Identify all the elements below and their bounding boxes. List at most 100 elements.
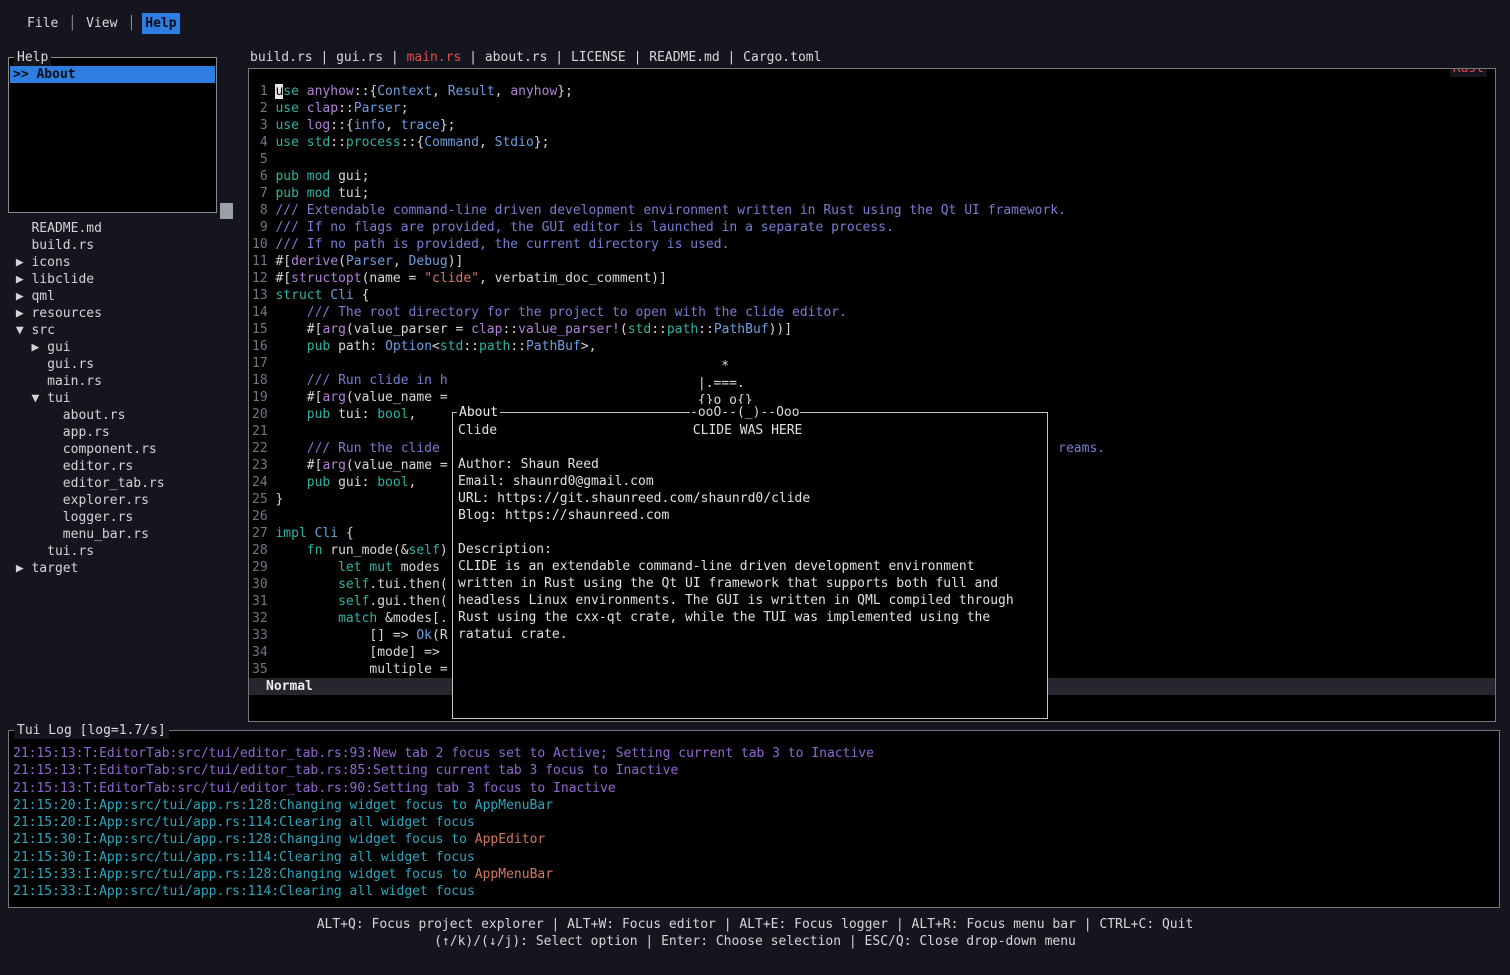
explorer-item-component-rs[interactable]: component.rs bbox=[8, 441, 242, 458]
tab-separator: | bbox=[461, 50, 484, 65]
explorer-item-libclide[interactable]: ▶ libclide bbox=[8, 271, 242, 288]
code-line-9[interactable]: 9 /// If no flags are provided, the GUI … bbox=[252, 219, 1495, 236]
explorer-item-label: gui bbox=[47, 340, 70, 355]
tab-Cargo-toml[interactable]: Cargo.toml bbox=[743, 50, 821, 65]
folder-expand-icon: ▶ bbox=[16, 561, 24, 576]
log-entry: 21:15:13:T:EditorTab:src/tui/editor_tab.… bbox=[13, 762, 1499, 779]
explorer-item-label: main.rs bbox=[47, 374, 102, 389]
line-number: 16 bbox=[252, 338, 268, 355]
code-line-10[interactable]: 10 /// If no path is provided, the curre… bbox=[252, 236, 1495, 253]
code-line-8[interactable]: 8 /// Extendable command-line driven dev… bbox=[252, 202, 1495, 219]
app-root: File│View│Help Help >> About README.md b… bbox=[0, 0, 1510, 975]
code-line-15[interactable]: 15 #[arg(value_parser = clap::value_pars… bbox=[252, 321, 1495, 338]
explorer-scrollbar-thumb[interactable] bbox=[220, 203, 233, 219]
tab-separator: | bbox=[547, 50, 570, 65]
folder-expand-icon: ▶ bbox=[16, 306, 24, 321]
explorer-item-src[interactable]: ▼ src bbox=[8, 322, 242, 339]
tab-build-rs[interactable]: build.rs bbox=[250, 50, 313, 65]
about-popup: * |.===. {}o o{} About -ooO--(_)--Ooo Cl… bbox=[452, 356, 1048, 719]
explorer-item-editor_tab-rs[interactable]: editor_tab.rs bbox=[8, 475, 242, 492]
tab-separator: | bbox=[383, 50, 406, 65]
explorer-item-target[interactable]: ▶ target bbox=[8, 560, 242, 577]
explorer-item-label: menu_bar.rs bbox=[63, 527, 149, 542]
line-number: 30 bbox=[252, 576, 268, 593]
line-number: 7 bbox=[252, 185, 268, 202]
explorer-item-explorer-rs[interactable]: explorer.rs bbox=[8, 492, 242, 509]
line-number: 2 bbox=[252, 100, 268, 117]
code-line-7[interactable]: 7 pub mod tui; bbox=[252, 185, 1495, 202]
folder-expand-icon: ▶ bbox=[16, 272, 24, 287]
explorer-item-label: editor_tab.rs bbox=[63, 476, 165, 491]
line-number: 22 bbox=[252, 440, 268, 457]
explorer-item-editor-rs[interactable]: editor.rs bbox=[8, 458, 242, 475]
tab-gui-rs[interactable]: gui.rs bbox=[336, 50, 383, 65]
code-line-16[interactable]: 16 pub path: Option<std::path::PathBuf>, bbox=[252, 338, 1495, 355]
menu-item-view[interactable]: View bbox=[83, 13, 120, 34]
explorer-item-label: libclide bbox=[31, 272, 94, 287]
explorer-item-menu_bar-rs[interactable]: menu_bar.rs bbox=[8, 526, 242, 543]
tab-README-md[interactable]: README.md bbox=[649, 50, 719, 65]
footer-shortcuts-line2: (↑/k)/(↓/j): Select option | Enter: Choo… bbox=[0, 933, 1510, 950]
explorer-item-logger-rs[interactable]: logger.rs bbox=[8, 509, 242, 526]
explorer-item-qml[interactable]: ▶ qml bbox=[8, 288, 242, 305]
explorer-item-label: app.rs bbox=[63, 425, 110, 440]
log-highlight: AppMenuBar bbox=[475, 867, 553, 882]
line-number: 24 bbox=[252, 474, 268, 491]
folder-collapse-icon: ▼ bbox=[16, 323, 24, 338]
line-number: 33 bbox=[252, 627, 268, 644]
code-line-11[interactable]: 11 #[derive(Parser, Debug)] bbox=[252, 253, 1495, 270]
tab-LICENSE[interactable]: LICENSE bbox=[571, 50, 626, 65]
line-number: 13 bbox=[252, 287, 268, 304]
explorer-item-resources[interactable]: ▶ resources bbox=[8, 305, 242, 322]
folder-expand-icon: ▶ bbox=[16, 255, 24, 270]
code-line-5[interactable]: 5 bbox=[252, 151, 1495, 168]
line-number: 31 bbox=[252, 593, 268, 610]
line-number: 18 bbox=[252, 372, 268, 389]
explorer-item-tui[interactable]: ▼ tui bbox=[8, 390, 242, 407]
tab-separator: | bbox=[626, 50, 649, 65]
line-number: 17 bbox=[252, 355, 268, 372]
line-number: 10 bbox=[252, 236, 268, 253]
log-entry: 21:15:20:I:App:src/tui/app.rs:128:Changi… bbox=[13, 797, 1499, 814]
code-line-1[interactable]: 1 use anyhow::{Context, Result, anyhow}; bbox=[252, 83, 1495, 100]
code-line-3[interactable]: 3 use log::{info, trace}; bbox=[252, 117, 1495, 134]
explorer-item-app-rs[interactable]: app.rs bbox=[8, 424, 242, 441]
explorer-item-README-md[interactable]: README.md bbox=[8, 220, 242, 237]
explorer-item-icons[interactable]: ▶ icons bbox=[8, 254, 242, 271]
explorer-item-about-rs[interactable]: about.rs bbox=[8, 407, 242, 424]
footer-shortcuts-line1: ALT+Q: Focus project explorer | ALT+W: F… bbox=[0, 916, 1510, 933]
explorer-item-gui[interactable]: ▶ gui bbox=[8, 339, 242, 356]
code-line-6[interactable]: 6 pub mod gui; bbox=[252, 168, 1495, 185]
line-number: 32 bbox=[252, 610, 268, 627]
line-number: 20 bbox=[252, 406, 268, 423]
menu-item-file[interactable]: File bbox=[24, 13, 61, 34]
line-number: 9 bbox=[252, 219, 268, 236]
code-line-4[interactable]: 4 use std::process::{Command, Stdio}; bbox=[252, 134, 1495, 151]
code-line-12[interactable]: 12 #[structopt(name = "clide", verbatim_… bbox=[252, 270, 1495, 287]
code-line-14[interactable]: 14 /// The root directory for the projec… bbox=[252, 304, 1495, 321]
line-number: 8 bbox=[252, 202, 268, 219]
explorer-item-label: component.rs bbox=[63, 442, 157, 457]
explorer-item-label: qml bbox=[31, 289, 54, 304]
explorer-item-main-rs[interactable]: main.rs bbox=[8, 373, 242, 390]
about-popup-title: About bbox=[457, 404, 500, 421]
explorer-item-build-rs[interactable]: build.rs bbox=[8, 237, 242, 254]
line-number: 15 bbox=[252, 321, 268, 338]
tui-log-lines: 21:15:13:T:EditorTab:src/tui/editor_tab.… bbox=[9, 731, 1499, 901]
code-line-2[interactable]: 2 use clap::Parser; bbox=[252, 100, 1495, 117]
explorer-item-gui-rs[interactable]: gui.rs bbox=[8, 356, 242, 373]
code-line-13[interactable]: 13 struct Cli { bbox=[252, 287, 1495, 304]
folder-expand-icon: ▶ bbox=[16, 289, 24, 304]
help-item-about[interactable]: >> About bbox=[10, 66, 215, 83]
line-number: 23 bbox=[252, 457, 268, 474]
line-number: 19 bbox=[252, 389, 268, 406]
tab-separator: | bbox=[313, 50, 336, 65]
tab-main-rs[interactable]: main.rs bbox=[407, 50, 462, 65]
help-dropdown-title: Help bbox=[14, 49, 51, 66]
explorer-item-tui-rs[interactable]: tui.rs bbox=[8, 543, 242, 560]
menu-item-help[interactable]: Help bbox=[142, 13, 179, 34]
owl-ascii-art: * |.===. {}o o{} bbox=[690, 358, 753, 409]
line-number: 29 bbox=[252, 559, 268, 576]
line-number: 25 bbox=[252, 491, 268, 508]
tab-about-rs[interactable]: about.rs bbox=[485, 50, 548, 65]
